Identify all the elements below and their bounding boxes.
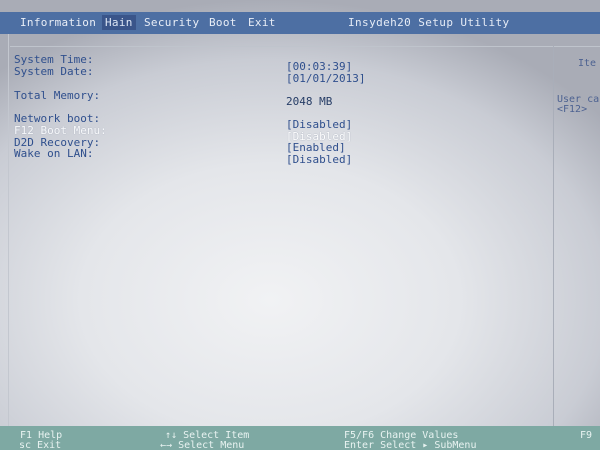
help-panel-title: Ite <box>578 58 597 69</box>
total-memory-label: Total Memory: <box>14 89 101 102</box>
tab-security[interactable]: Security <box>144 16 199 29</box>
wake-on-lan-label: Wake on LAN: <box>14 147 94 160</box>
key-esc: sc Exit <box>19 440 62 450</box>
key-legend-bar: F1 Help sc Exit ↑↓ Select Item ←→ Select… <box>0 426 600 450</box>
wake-on-lan-value[interactable]: [Disabled] <box>286 153 352 166</box>
key-f9: F9 <box>580 430 593 441</box>
help-panel-line-2: <F12> <box>557 104 588 115</box>
total-memory-value: 2048 MB <box>286 95 333 108</box>
system-date-value[interactable]: [01/01/2013] <box>286 72 365 85</box>
menu-bar: Information Hain Security Boot Exit Insy… <box>0 12 600 34</box>
app-title: Insydeh20 Setup Utility <box>348 16 510 29</box>
bios-screen: Information Hain Security Boot Exit Insy… <box>0 0 600 450</box>
system-date-label: System Date: <box>14 65 94 78</box>
tab-information[interactable]: Information <box>20 16 96 29</box>
tab-exit[interactable]: Exit <box>248 16 276 29</box>
key-select-menu: ←→ Select Menu <box>160 440 245 450</box>
key-select-submenu: Enter Select ▸ SubMenu <box>344 440 477 450</box>
help-panel-divider <box>553 46 554 426</box>
tab-main[interactable]: Hain <box>102 15 136 30</box>
header-divider <box>10 46 600 47</box>
tab-boot[interactable]: Boot <box>209 16 237 29</box>
